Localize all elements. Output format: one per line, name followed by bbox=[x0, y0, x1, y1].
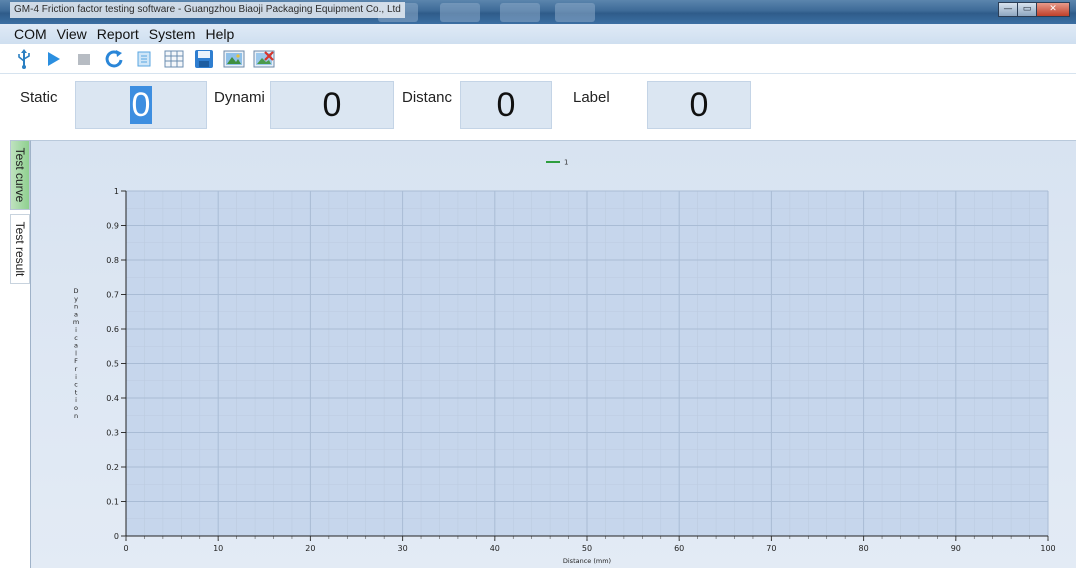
title-bar: GM-4 Friction factor testing software - … bbox=[0, 0, 1076, 24]
x-tick-label: 10 bbox=[213, 544, 223, 553]
stop-test-button[interactable] bbox=[70, 46, 98, 72]
save-icon bbox=[195, 49, 213, 68]
y-tick-label: 0.7 bbox=[106, 291, 119, 300]
legend-label: 1 bbox=[564, 159, 568, 167]
label-value-field[interactable]: 0 bbox=[647, 81, 751, 129]
y-tick-label: 0.9 bbox=[106, 222, 119, 231]
app-window: { "window": { "title": "GM-4 Friction fa… bbox=[0, 0, 1076, 568]
save-button[interactable] bbox=[190, 46, 218, 72]
refresh-icon bbox=[105, 49, 123, 67]
x-tick-label: 90 bbox=[951, 544, 961, 553]
tab-test-result[interactable]: Test result bbox=[10, 214, 30, 284]
taskbar-decoration bbox=[500, 3, 540, 22]
taskbar-decoration bbox=[440, 3, 480, 22]
close-button[interactable]: ✕ bbox=[1036, 2, 1070, 17]
document-button[interactable] bbox=[130, 46, 158, 72]
y-tick-label: 0.8 bbox=[106, 256, 119, 265]
dynamic-label: Dynami bbox=[214, 89, 265, 106]
play-icon bbox=[48, 51, 60, 66]
static-label: Static bbox=[20, 89, 58, 106]
menu-report[interactable]: Report bbox=[97, 26, 139, 42]
friction-chart: 0 10 20 30 40 50 60 70 80 90 100 0 0.1 0.2 0.3 0.4 0.5 0.… bbox=[73, 159, 1056, 566]
side-tab-bar: Test curve Test result bbox=[8, 140, 30, 568]
maximize-button[interactable]: ▭ bbox=[1017, 2, 1037, 17]
x-tick-label: 70 bbox=[766, 544, 776, 553]
x-tick-label: 100 bbox=[1040, 544, 1055, 553]
x-tick-label: 60 bbox=[674, 544, 684, 553]
distance-label: Distanc bbox=[402, 89, 453, 106]
y-tick-label: 0.1 bbox=[106, 498, 119, 507]
tab-test-curve-label: Test curve bbox=[13, 147, 27, 203]
menu-bar: COM View Report System Help bbox=[0, 24, 1076, 44]
image-delete-icon bbox=[253, 50, 275, 67]
readout-panel: Static 0 Dynami 0 Distanc 0 Label 0 bbox=[0, 75, 1076, 135]
x-tick-label: 50 bbox=[582, 544, 592, 553]
y-tick-label: 0.6 bbox=[106, 325, 119, 334]
menu-com[interactable]: COM bbox=[14, 26, 47, 42]
table-icon bbox=[164, 50, 184, 67]
usb-connect-button[interactable] bbox=[10, 46, 38, 72]
y-tick-label: 0 bbox=[114, 532, 119, 541]
dynamic-value-field[interactable]: 0 bbox=[270, 81, 394, 129]
toolbar bbox=[0, 44, 1076, 74]
distance-value-field[interactable]: 0 bbox=[460, 81, 552, 129]
minimize-button[interactable]: — bbox=[998, 2, 1018, 17]
static-value-field[interactable]: 0 bbox=[75, 81, 207, 129]
x-axis-label: Distance (mm) bbox=[563, 557, 611, 565]
y-axis-label: DynamicalFriction bbox=[73, 287, 79, 420]
menu-help[interactable]: Help bbox=[205, 26, 234, 42]
start-test-button[interactable] bbox=[40, 46, 68, 72]
usb-icon bbox=[18, 48, 30, 69]
x-tick-label: 0 bbox=[123, 544, 128, 553]
stop-icon bbox=[78, 53, 90, 65]
refresh-button[interactable] bbox=[100, 46, 128, 72]
table-button[interactable] bbox=[160, 46, 188, 72]
static-value: 0 bbox=[129, 86, 153, 124]
label-label: Label bbox=[573, 89, 610, 106]
y-tick-label: 0.3 bbox=[106, 429, 119, 438]
image-export-icon bbox=[223, 50, 245, 67]
delete-image-button[interactable] bbox=[250, 46, 278, 72]
y-tick-label: 0.4 bbox=[106, 394, 119, 403]
y-tick-label: 1 bbox=[114, 187, 119, 196]
document-icon bbox=[137, 51, 151, 66]
x-tick-label: 80 bbox=[859, 544, 869, 553]
window-controls: — ▭ ✕ bbox=[998, 2, 1070, 19]
y-tick-label: 0.2 bbox=[106, 463, 119, 472]
y-tick-label: 0.5 bbox=[106, 360, 119, 369]
window-title: GM-4 Friction factor testing software - … bbox=[10, 2, 405, 18]
export-image-button[interactable] bbox=[220, 46, 248, 72]
x-tick-label: 40 bbox=[490, 544, 500, 553]
menu-view[interactable]: View bbox=[57, 26, 87, 42]
tab-test-curve[interactable]: Test curve bbox=[10, 140, 30, 210]
taskbar-decoration bbox=[555, 3, 595, 22]
x-tick-label: 20 bbox=[305, 544, 315, 553]
tab-test-result-label: Test result bbox=[13, 221, 27, 277]
chart-panel: 0 10 20 30 40 50 60 70 80 90 100 0 0.1 0.2 0.3 0.4 0.5 0.… bbox=[30, 140, 1076, 568]
menu-system[interactable]: System bbox=[149, 26, 196, 42]
x-tick-label: 30 bbox=[398, 544, 408, 553]
